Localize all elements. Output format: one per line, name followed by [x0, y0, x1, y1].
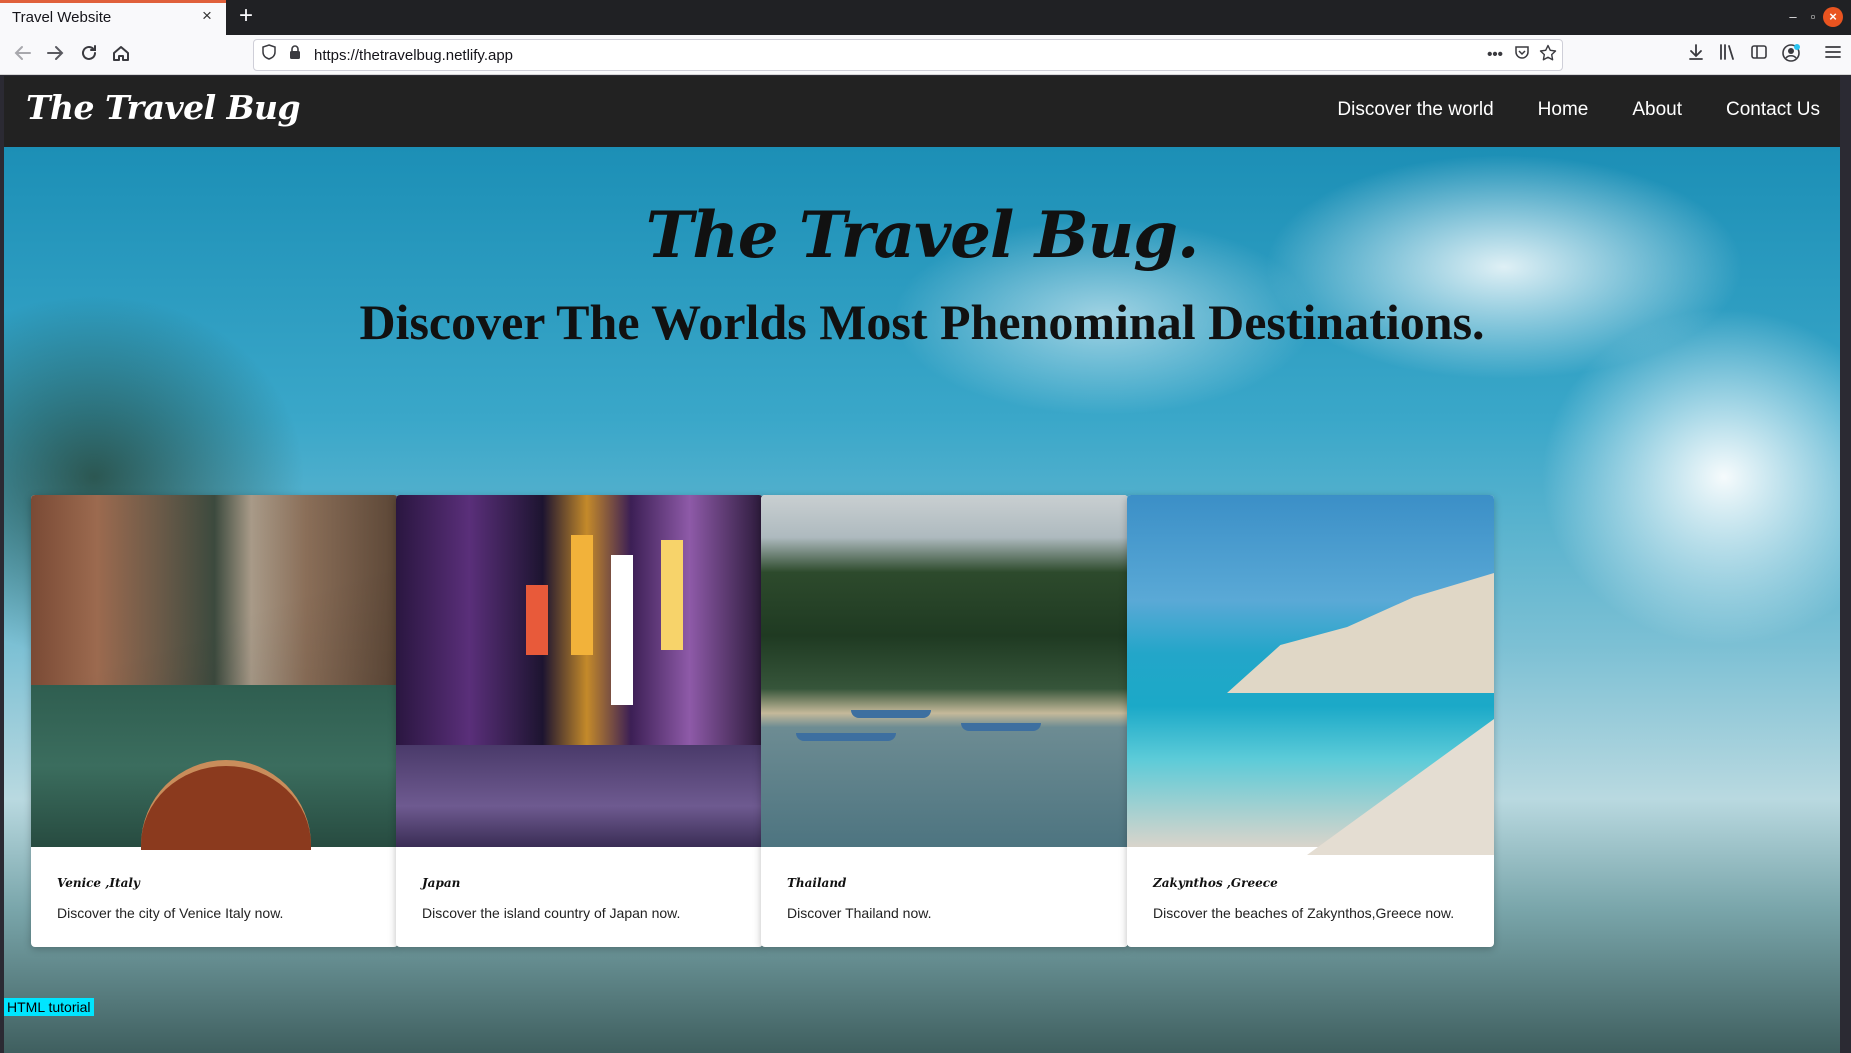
card-title: Japan: [422, 876, 461, 890]
url-text[interactable]: https://thetravelbug.netlify.app: [314, 47, 513, 64]
tab-title: Travel Website: [12, 9, 112, 26]
lock-icon[interactable]: [284, 44, 306, 66]
sidebar-icon[interactable]: [1746, 42, 1772, 68]
wet-street: [396, 745, 763, 847]
restore-icon[interactable]: ▫: [1803, 7, 1823, 27]
tab-travel-website[interactable]: Travel Website ×: [0, 0, 226, 35]
tab-close-icon[interactable]: ×: [198, 7, 216, 25]
tab-strip: Travel Website × + – ▫ ×: [0, 0, 1851, 35]
nav-link-home[interactable]: Home: [1538, 99, 1589, 121]
venice-canal-image: [31, 495, 398, 850]
thailand-bay-image: [761, 495, 1128, 847]
longtail-boat: [851, 710, 931, 718]
minimize-icon[interactable]: –: [1783, 7, 1803, 27]
neon-sign: [526, 585, 548, 655]
library-icon[interactable]: [1714, 42, 1740, 68]
download-icon[interactable]: [1683, 42, 1709, 68]
neon-sign: [611, 555, 633, 705]
hero-title: The Travel Bug.: [645, 198, 1199, 273]
tracking-shield-icon[interactable]: [258, 44, 280, 66]
reload-icon[interactable]: [76, 42, 102, 68]
back-arrow-icon[interactable]: [10, 42, 36, 68]
destination-card-thailand[interactable]: Thailand Discover Thailand now.: [761, 495, 1128, 947]
forward-arrow-icon[interactable]: [42, 42, 68, 68]
japan-street-image: [396, 495, 763, 847]
browser-toolbar: https://thetravelbug.netlify.app •••: [0, 35, 1851, 75]
card-description: Discover the island country of Japan now…: [422, 905, 681, 921]
neon-sign: [571, 535, 593, 655]
page-actions-icon[interactable]: •••: [1484, 44, 1506, 66]
site-brand-logo[interactable]: The Travel Bug: [26, 88, 301, 127]
site-header: The Travel Bug Discover the world Home A…: [4, 76, 1840, 147]
card-description: Discover Thailand now.: [787, 905, 932, 921]
pocket-icon[interactable]: [1511, 44, 1533, 66]
window-close-icon[interactable]: ×: [1823, 7, 1843, 27]
longtail-boat: [961, 723, 1041, 731]
new-tab-button[interactable]: +: [234, 3, 258, 29]
card-title: Thailand: [787, 876, 847, 890]
zakynthos-beach-image: [1127, 495, 1494, 855]
nav-link-about[interactable]: About: [1632, 99, 1682, 121]
page-viewport: The Travel Bug Discover the world Home A…: [4, 76, 1840, 1053]
card-title: Zakynthos ,Greece: [1153, 876, 1278, 890]
card-title: Venice ,Italy: [57, 876, 140, 890]
neon-sign: [661, 540, 683, 650]
destination-card-venice[interactable]: Venice ,Italy Discover the city of Venic…: [31, 495, 398, 947]
destination-card-japan[interactable]: Japan Discover the island country of Jap…: [396, 495, 763, 947]
destination-card-zakynthos[interactable]: Zakynthos ,Greece Discover the beaches o…: [1127, 495, 1494, 947]
bookmark-star-icon[interactable]: [1537, 44, 1559, 66]
pebble-beach: [1307, 695, 1494, 855]
hero-section: The Travel Bug. Discover The Worlds Most…: [4, 147, 1840, 1053]
hamburger-menu-icon[interactable]: [1820, 42, 1846, 68]
hero-subtitle: Discover The Worlds Most Phenominal Dest…: [359, 294, 1485, 350]
card-description: Discover the beaches of Zakynthos,Greece…: [1153, 905, 1455, 921]
limestone-cliff: [1227, 573, 1494, 693]
nav-link-contact[interactable]: Contact Us: [1726, 99, 1820, 121]
account-icon[interactable]: [1778, 42, 1804, 68]
nav-link-discover[interactable]: Discover the world: [1337, 99, 1493, 121]
url-bar[interactable]: https://thetravelbug.netlify.app •••: [253, 39, 1563, 71]
site-nav: Discover the world Home About Contact Us: [1337, 99, 1820, 121]
home-icon[interactable]: [108, 42, 134, 68]
card-description: Discover the city of Venice Italy now.: [57, 905, 284, 921]
longtail-boat: [796, 733, 896, 741]
overlay-tag: HTML tutorial: [4, 998, 94, 1016]
